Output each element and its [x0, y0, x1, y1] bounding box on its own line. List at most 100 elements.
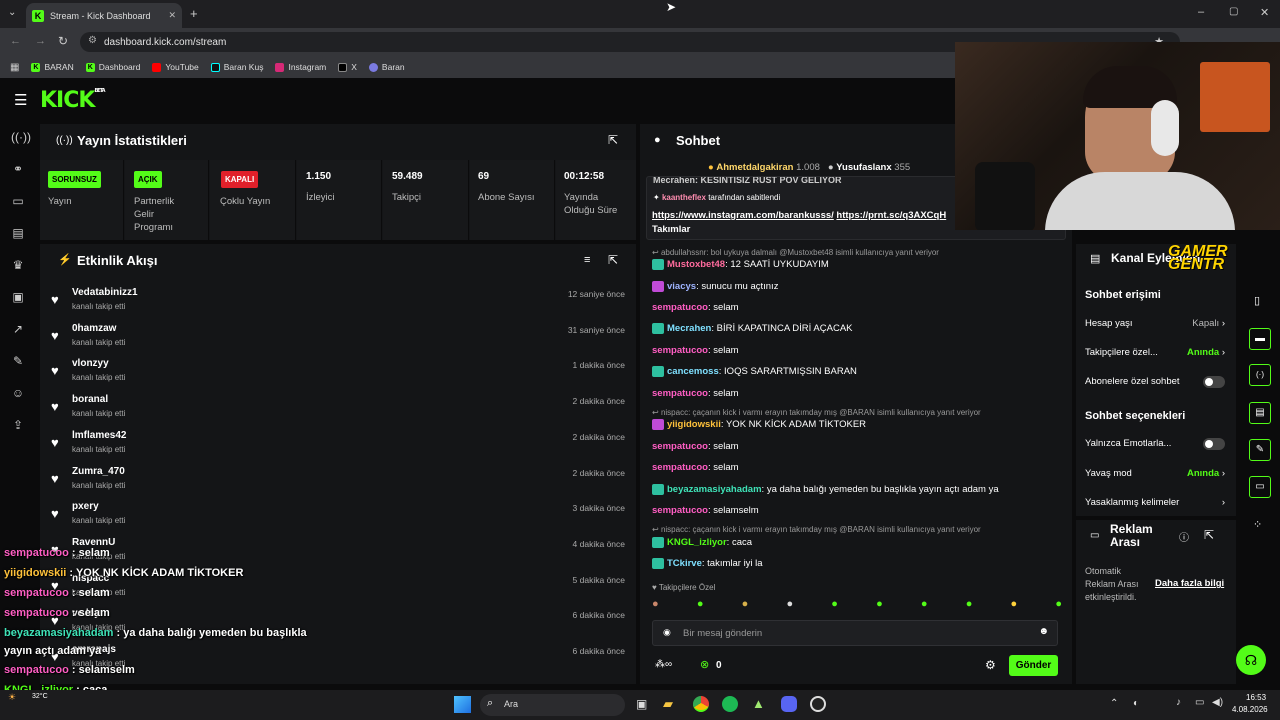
reload-icon[interactable]: ↻	[58, 34, 68, 48]
file-icon[interactable]: ▯	[1254, 294, 1260, 307]
discord-icon[interactable]	[781, 696, 797, 712]
activity-item[interactable]: ♥ vlonzyy kanalı takip etti 1 dakika önce	[46, 355, 630, 392]
chat-message[interactable]: sempatucoo: selam	[652, 441, 739, 452]
bookmark-x[interactable]: X	[338, 62, 357, 72]
volume-icon[interactable]: ◀)	[1212, 697, 1223, 708]
channel-setting-row[interactable]: Hesap yaşı Kapalı ›	[1085, 318, 1225, 329]
obs-icon[interactable]	[810, 696, 826, 712]
bookmark-youtube[interactable]: YouTube	[152, 62, 199, 72]
new-tab-icon[interactable]: +	[190, 6, 198, 21]
toggle-switch[interactable]	[1203, 376, 1225, 388]
chat-message[interactable]: sempatucoo: selam	[652, 388, 739, 399]
chat-username[interactable]: KNGL_izliyor	[667, 537, 727, 548]
filter-icon[interactable]: ≡	[584, 254, 590, 266]
activity-item[interactable]: ♥ Zumra_470 kanalı takip etti 2 dakika önce	[46, 462, 630, 499]
users-icon[interactable]: ☺	[11, 386, 25, 400]
analytics-icon[interactable]: ▤	[11, 226, 25, 240]
users-icon[interactable]: ⁂∞	[655, 659, 672, 670]
chat-message[interactable]: sempatucoo: selamselm	[652, 505, 759, 516]
bookmark-dashboard[interactable]: K Dashboard	[85, 62, 140, 72]
video-icon[interactable]: ▣	[11, 290, 25, 304]
toggle-switch[interactable]	[1203, 438, 1225, 450]
emote-icon[interactable]: ●	[831, 598, 838, 612]
emote-icon[interactable]: ●	[786, 598, 793, 612]
chat-username[interactable]: sempatucoo	[652, 505, 708, 516]
popout-icon[interactable]: ⇱	[1204, 528, 1214, 542]
chat-message[interactable]: sempatucoo: selam	[652, 462, 739, 473]
chat-username[interactable]: sempatucoo	[652, 302, 708, 313]
bookmark-tiktok[interactable]: Baran Kuş	[210, 62, 263, 72]
bookmark-instagram[interactable]: Instagram	[275, 62, 326, 72]
chat-message[interactable]: beyazamasiyahadam: ya daha balığı yemede…	[652, 484, 999, 495]
info-icon[interactable]: ⓘ	[1179, 529, 1189, 544]
chat-username[interactable]: sempatucoo	[652, 462, 708, 473]
browser-tab[interactable]: K Stream - Kick Dashboard ✕	[26, 3, 182, 28]
activity-item[interactable]: ♥ pxery kanalı takip etti 3 dakika önce	[46, 498, 630, 535]
app-icon[interactable]: ▲	[752, 696, 765, 711]
emoji-icon[interactable]: ☻	[1038, 626, 1049, 637]
chat-message[interactable]: yiigidowskii: YOK NK KİCK ADAM TİKTOKER	[652, 419, 866, 430]
popout-icon[interactable]: ⇱	[608, 133, 618, 147]
taskbar-search[interactable]: ⌕ Ara	[480, 694, 625, 716]
explorer-icon[interactable]: ▰	[663, 696, 673, 712]
emote-icon[interactable]: ●	[876, 598, 883, 612]
pinned-link[interactable]: https://prnt.sc/q3AXCqH	[836, 210, 946, 221]
mic-icon[interactable]: ♪	[1176, 697, 1181, 708]
support-icon[interactable]: ☊	[1236, 645, 1266, 675]
broadcast-icon[interactable]: (·)	[1249, 364, 1271, 386]
menu-icon[interactable]: ☰	[14, 91, 27, 109]
apps-icon[interactable]: ▦	[10, 62, 19, 73]
chat-username[interactable]: TCkirve	[667, 558, 702, 569]
tool-icon[interactable]: ✎	[1249, 439, 1271, 461]
site-info-icon[interactable]: ⚙	[88, 35, 97, 46]
emote-icon[interactable]: ●	[966, 598, 973, 612]
emote-icon[interactable]: ●	[742, 598, 749, 612]
chart-icon[interactable]: ↗	[11, 322, 25, 336]
forward-icon[interactable]: →	[35, 35, 46, 47]
apps-icon[interactable]: ⁘	[1253, 518, 1262, 531]
emote-icon[interactable]: ●	[652, 598, 659, 612]
chat-message[interactable]: Mecrahen: BİRİ KAPATINCA DİRİ AÇACAK	[652, 323, 853, 334]
chat-username[interactable]: sempatucoo	[652, 441, 708, 452]
wrench-icon[interactable]: ✎	[11, 354, 25, 368]
chat-username[interactable]: viacys	[667, 281, 696, 292]
chat-message[interactable]: Mustoxbet48: 12 SAATİ UYKUDAYIM	[652, 259, 829, 270]
activity-item[interactable]: ♥ Vedatabinizz1 kanalı takip etti 12 saniye…	[46, 284, 630, 320]
chat-username[interactable]: Mecrahen	[667, 323, 711, 334]
popout-icon[interactable]: ⇱	[608, 253, 618, 267]
chat-settings-icon[interactable]: ⚙	[985, 658, 996, 672]
pinned-link[interactable]: https://www.instagram.com/barankusss/	[652, 210, 834, 221]
clock-time[interactable]: 16:53	[1246, 693, 1266, 702]
chat-message[interactable]: sempatucoo: selam	[652, 302, 739, 313]
activity-item[interactable]: ♥ RavennU kanalı takip etti 4 dakika önce	[46, 533, 630, 570]
chat-username[interactable]: sempatucoo	[652, 345, 708, 356]
chat-username[interactable]: yiigidowskii	[667, 419, 721, 430]
kick-logo[interactable]: KICKBETA	[40, 88, 106, 113]
taskview-icon[interactable]: ▣	[636, 697, 647, 711]
chat-message[interactable]: viacys: sunucu mu açtınız	[652, 281, 778, 292]
channel-setting-row[interactable]: Takipçilere özel... Anında ›	[1085, 347, 1225, 358]
chat-username[interactable]: beyazamasiyahadam	[667, 484, 762, 495]
chrome-icon[interactable]	[693, 696, 709, 712]
emote-icon[interactable]: ●	[1011, 598, 1018, 612]
link-icon[interactable]: ⚭	[11, 162, 25, 176]
send-button[interactable]: Gönder	[1009, 655, 1058, 676]
chat-username[interactable]: cancemoss	[667, 366, 719, 377]
activity-item[interactable]: ♥ lmflames42 kanalı takip etti 2 dakika önc…	[46, 426, 630, 463]
back-icon[interactable]: ←	[10, 35, 21, 47]
emote-icon[interactable]: ●	[1055, 598, 1062, 612]
chat-bubble-icon[interactable]: ▬	[1249, 328, 1271, 350]
emote-icon[interactable]: ●	[697, 598, 704, 612]
channel-setting-row[interactable]: Yasaklanmış kelimeler ›	[1085, 497, 1225, 508]
chat-message[interactable]: TCkirve: takımlar iyi la	[652, 558, 763, 569]
trophy-icon[interactable]: ♛	[11, 258, 25, 272]
activity-item[interactable]: ♥ boranal kanalı takip etti 2 dakika önce	[46, 391, 630, 428]
archive-icon[interactable]: ▤	[1249, 402, 1271, 424]
stream-icon[interactable]: ((·))	[11, 130, 31, 144]
emote-icon[interactable]: ●	[921, 598, 928, 612]
tab-list-icon[interactable]: ⌄	[8, 7, 16, 18]
channel-setting-row[interactable]: Abonelere özel sohbet	[1085, 376, 1225, 388]
bookmark-baran[interactable]: K BARAN	[31, 62, 74, 72]
maximize-icon[interactable]: ▢	[1229, 6, 1238, 17]
start-icon[interactable]	[454, 696, 471, 713]
